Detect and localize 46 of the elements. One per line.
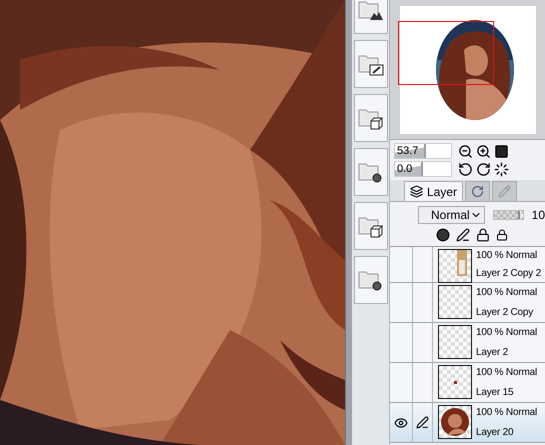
panel-tab[interactable]: Layer (404, 181, 464, 201)
folder-button[interactable] (354, 40, 388, 88)
layer-mode: 100 % Normal (476, 287, 537, 298)
zoom-reading: 53.7 (396, 145, 418, 157)
layer-row[interactable]: 100 % Normal Layer 2 Copy 2 (390, 247, 545, 283)
layer-mode: 100 % Normal (476, 367, 537, 378)
rotate-icon (471, 185, 484, 198)
layer-row[interactable]: 100 % Normal Layer 15 (390, 363, 545, 403)
panel-tab[interactable] (465, 181, 490, 201)
layer-mode: 100 % Normal (476, 327, 537, 338)
layer-row[interactable]: 100 % Normal Layer 20 (390, 403, 545, 443)
pencil-icon (498, 185, 512, 198)
reset-icon[interactable] (494, 162, 509, 176)
folder-button[interactable] (354, 148, 388, 196)
opacity-reading: 10 (532, 208, 545, 222)
layers-icon (410, 185, 423, 198)
folder-icon (358, 0, 384, 22)
opacity-slider[interactable] (492, 210, 524, 220)
lock-alpha-icon[interactable] (496, 228, 508, 240)
folder-button[interactable] (354, 202, 388, 250)
rotation-slider[interactable]: 0.0 (394, 161, 452, 177)
folder-button[interactable] (354, 256, 388, 304)
blend-mode-dropdown[interactable]: Normal (418, 206, 485, 224)
zoom-out-icon[interactable] (458, 144, 473, 158)
angle-reading: 0.0 (396, 163, 412, 175)
pen-icon (416, 416, 429, 429)
reference-icon[interactable] (456, 228, 470, 242)
rotate-left-icon[interactable] (458, 162, 473, 176)
rotate-right-icon[interactable] (476, 162, 491, 176)
layer-name: Layer 2 Copy (476, 306, 534, 318)
layer-mode: 100 % Normal (476, 407, 537, 418)
layer-mode: 100 % Normal (476, 250, 538, 262)
layer-name: Layer 20 (476, 426, 514, 438)
zoom-in-icon[interactable] (476, 144, 491, 158)
layer-name: Layer 15 (476, 386, 514, 398)
layer-row[interactable]: 100 % Normal Layer 2 Copy (390, 283, 545, 323)
lock-icon[interactable] (476, 228, 490, 242)
clip-icon[interactable] (436, 228, 450, 242)
layer-row[interactable]: 100 % Normal Layer 2 (390, 323, 545, 363)
layer-name: Layer 2 Copy 2 (476, 268, 542, 279)
zoom-slider[interactable]: 53.7 (394, 143, 452, 159)
folder-button[interactable] (354, 94, 388, 142)
layer-name: Layer 2 (476, 346, 509, 358)
folder-button[interactable] (354, 0, 388, 34)
eye-icon[interactable] (394, 416, 408, 430)
fit-icon[interactable] (494, 144, 509, 158)
